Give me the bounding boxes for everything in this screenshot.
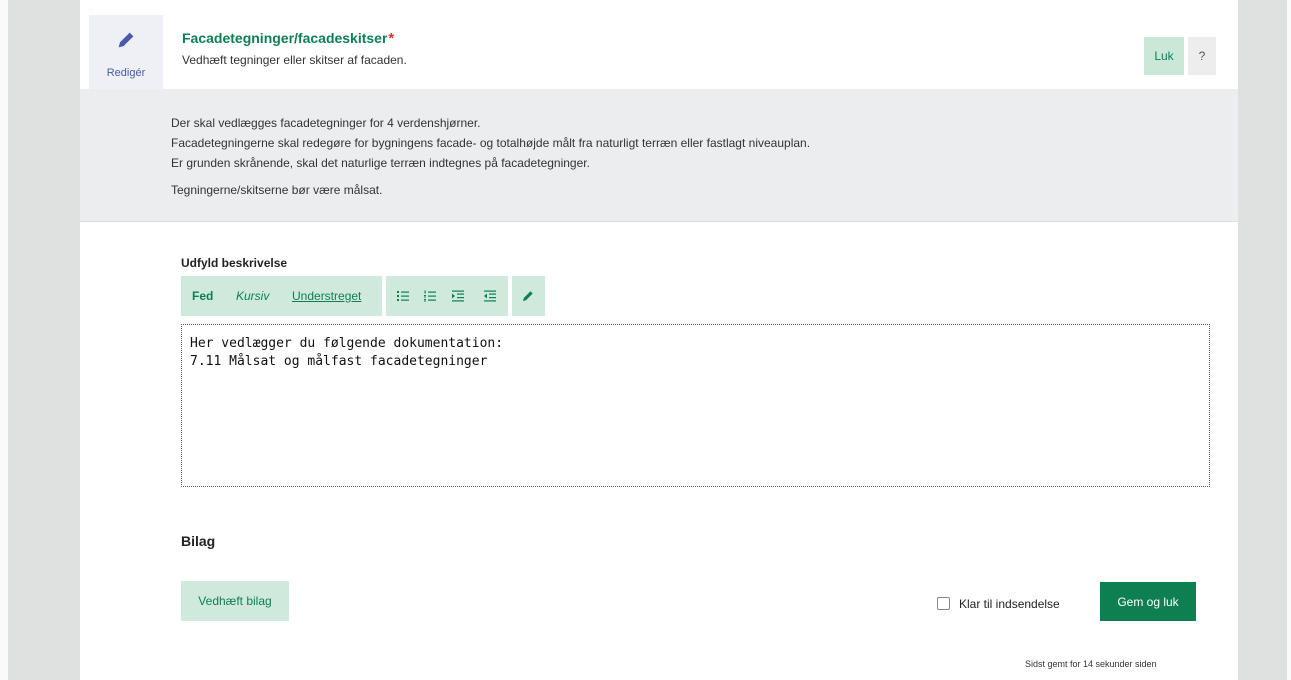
info-box: Der skal vedlægges facadetegninger for 4… bbox=[80, 89, 1238, 222]
outer-background-left bbox=[0, 0, 80, 680]
section-title: Facadetegninger/facadeskitser bbox=[182, 30, 388, 46]
info-note: Tegningerne/skitserne bør være målsat. bbox=[171, 183, 383, 197]
indent-icon[interactable] bbox=[452, 290, 464, 302]
outer-edge-left bbox=[0, 0, 8, 680]
info-line: Er grunden skrånende, skal det naturlige… bbox=[171, 156, 590, 170]
bullet-list-icon[interactable] bbox=[397, 290, 409, 302]
info-line: Facadetegningerne skal redegøre for bygn… bbox=[171, 136, 811, 150]
text-format-group: Fed Kursiv Understreget bbox=[181, 276, 382, 316]
edit-button[interactable]: Redigér bbox=[89, 15, 163, 89]
attach-file-button[interactable]: Vedhæft bilag bbox=[181, 581, 289, 621]
underline-button[interactable]: Understreget bbox=[292, 289, 361, 303]
numbered-list-icon[interactable] bbox=[424, 290, 436, 302]
outer-background-right bbox=[1238, 0, 1291, 680]
highlight-group bbox=[512, 276, 545, 316]
section-subtitle: Vedhæft tegninger eller skitser af facad… bbox=[182, 53, 407, 67]
italic-button[interactable]: Kursiv bbox=[236, 289, 269, 303]
info-line: Der skal vedlægges facadetegninger for 4… bbox=[171, 116, 481, 130]
close-button[interactable]: Luk bbox=[1144, 37, 1184, 75]
title-block: Facadetegninger/facadeskitser* Vedhæft t… bbox=[182, 30, 407, 67]
ready-label: Klar til indsendelse bbox=[959, 597, 1060, 611]
saved-status: Sidst gemt for 14 sekunder siden bbox=[1025, 659, 1157, 669]
save-and-close-button[interactable]: Gem og luk bbox=[1100, 582, 1196, 621]
outer-edge-right bbox=[1287, 0, 1291, 680]
form-panel: Redigér Facadetegninger/facadeskitser* V… bbox=[80, 0, 1238, 680]
attachments-title: Bilag bbox=[181, 533, 216, 549]
required-marker: * bbox=[388, 30, 395, 47]
edit-label: Redigér bbox=[106, 67, 146, 79]
outdent-icon[interactable] bbox=[484, 290, 496, 302]
section-header: Redigér Facadetegninger/facadeskitser* V… bbox=[80, 8, 1238, 89]
list-indent-group bbox=[386, 276, 508, 316]
info-text: Der skal vedlægges facadetegninger for 4… bbox=[171, 113, 810, 200]
description-label: Udfyld beskrivelse bbox=[181, 256, 288, 270]
help-button[interactable]: ? bbox=[1188, 37, 1216, 75]
bold-button[interactable]: Fed bbox=[192, 289, 213, 303]
ready-checkbox[interactable] bbox=[937, 597, 950, 610]
pencil-icon bbox=[118, 32, 134, 48]
highlight-pen-icon[interactable] bbox=[522, 290, 534, 302]
description-textarea[interactable]: Her vedlægger du følgende dokumentation:… bbox=[181, 324, 1210, 487]
